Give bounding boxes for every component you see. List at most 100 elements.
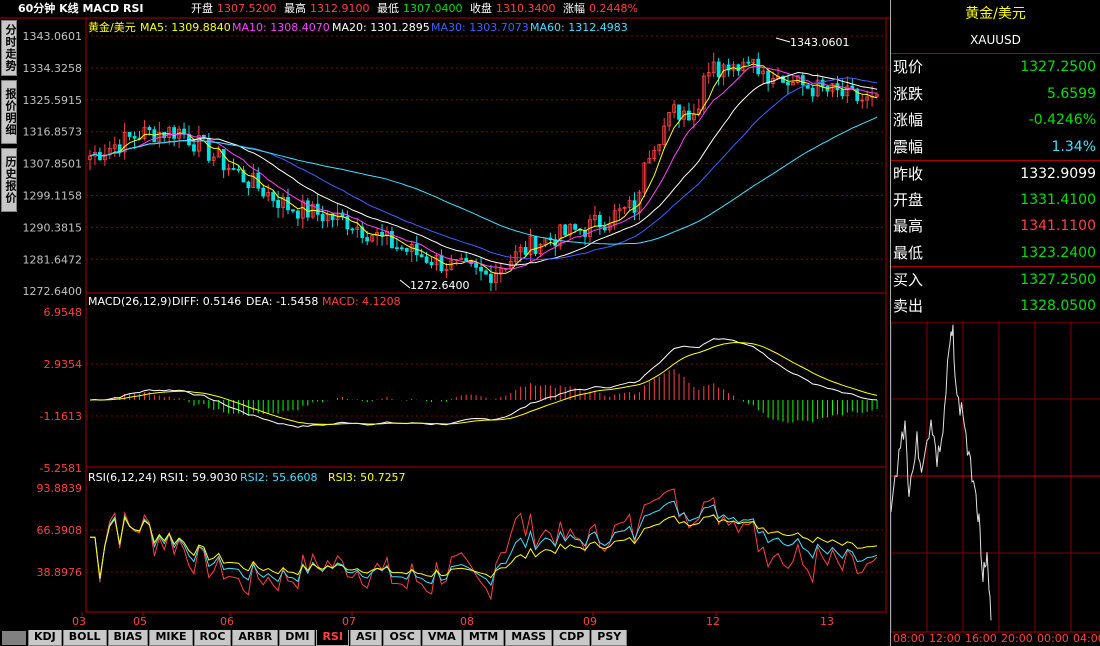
- candle-body: [315, 203, 320, 215]
- candle-body: [295, 210, 300, 219]
- mini-frame: [890, 321, 1100, 633]
- moving-averages: [89, 63, 878, 275]
- tab-scroll-left[interactable]: [2, 631, 26, 645]
- ma30-line: [89, 77, 878, 261]
- macd-value: MACD: 4.1208: [322, 295, 401, 308]
- ma20-line: [89, 71, 878, 266]
- indicator-tab-rsi[interactable]: RSI: [316, 630, 349, 646]
- low-value: 1307.0400: [402, 2, 463, 15]
- quote-row-value: -0.4246%: [1028, 112, 1096, 128]
- price-tick-label: 1281.6472: [23, 253, 83, 266]
- legend-ma20: MA20: 1301.2895: [332, 21, 430, 34]
- rsi1-value: RSI1: 59.9030: [160, 471, 238, 484]
- mini-x-tick-label: 04:00: [1073, 632, 1100, 645]
- mini-x-tick-label: 20:00: [1001, 632, 1033, 645]
- close-label: 收盘: [469, 2, 492, 15]
- x-axis: 03 05 06 07 08 09 12 13: [72, 612, 834, 628]
- indicator-tab-osc[interactable]: OSC: [383, 630, 421, 646]
- indicator-tab-cdp[interactable]: CDP: [553, 630, 591, 646]
- candle-body: [563, 224, 568, 236]
- quote-row-label: 最高: [893, 217, 924, 235]
- candle-body: [286, 196, 290, 211]
- candle-body: [786, 82, 790, 86]
- quote-row: 涨幅 -0.4246%: [891, 107, 1100, 134]
- quote-row-label: 震幅: [893, 137, 924, 156]
- rsi3-line: [90, 514, 878, 579]
- candle-body: [677, 104, 681, 120]
- candle-body: [365, 237, 370, 242]
- price-tick-label: 1290.3815: [23, 221, 83, 234]
- candle-body: [479, 266, 483, 272]
- quote-row-value: 1332.9099: [1020, 166, 1096, 182]
- quote-row-label: 卖出: [893, 296, 924, 315]
- candle-body: [394, 247, 399, 250]
- indicator-tab-boll[interactable]: BOLL: [62, 630, 107, 646]
- candle-body: [464, 258, 469, 262]
- high-marker-line: [775, 37, 791, 43]
- macd-panel: MACD(26,12,9) DIFF: 0.5146 DEA: -1.5458 MAC…: [40, 295, 886, 475]
- quote-row-value: 1327.2500: [1020, 272, 1096, 288]
- candle-body: [276, 200, 281, 208]
- candle-body: [127, 131, 132, 137]
- x-tick-label: 09: [583, 615, 597, 628]
- indicator-tab-kdj[interactable]: KDJ: [28, 630, 62, 646]
- candle-body: [474, 263, 479, 268]
- price-tick-label: 1299.1158: [23, 190, 83, 203]
- candle-body: [484, 270, 488, 275]
- macd-histogram: [94, 369, 878, 423]
- indicator-tab-arbr[interactable]: ARBR: [232, 630, 279, 646]
- indicator-tab-vma[interactable]: VMA: [421, 630, 462, 646]
- macd-tick-label: -5.2581: [40, 462, 82, 475]
- indicator-tab-bias[interactable]: BIAS: [107, 630, 149, 646]
- mini-x-tick-label: 16:00: [965, 632, 997, 645]
- chart-title-bar: 60分钟 K线 MACD RSI 开盘 1307.5200 最高 1312.9100…: [18, 0, 890, 18]
- intraday-mini-chart[interactable]: 08:00 12:00 16:00 20:00 00:00 04:00: [890, 321, 1100, 646]
- quote-row-label: 现价: [893, 58, 924, 76]
- mini-x-tick-label: 12:00: [929, 632, 961, 645]
- ma60-line: [89, 116, 878, 245]
- price-tick-label: 1343.0601: [23, 30, 83, 43]
- tab-history-quote[interactable]: 历史报价: [1, 148, 17, 212]
- candle-body: [221, 149, 226, 171]
- candle-body: [152, 129, 157, 143]
- indicator-tab-mass[interactable]: MASS: [505, 630, 553, 646]
- change-label: 涨幅: [562, 2, 585, 15]
- indicator-tab-dmi[interactable]: DMI: [279, 630, 316, 646]
- candle-body: [320, 214, 325, 222]
- quote-row: 昨收 1332.9099: [891, 160, 1100, 187]
- candle-body: [840, 89, 845, 97]
- close-value: 1310.3400: [495, 2, 556, 15]
- indicator-tab-mtm[interactable]: MTM: [462, 630, 505, 646]
- rsi-panel: RSI(6,12,24) RSI1: 59.9030 RSI2: 55.6608 RS…: [37, 471, 886, 601]
- quote-row-value: 1328.0500: [1020, 297, 1096, 314]
- macd-dea: DEA: -1.5458: [246, 295, 318, 308]
- indicator-tab-mike[interactable]: MIKE: [149, 630, 193, 646]
- low-label: 最低: [376, 2, 399, 15]
- left-side-tabs: 分时走势 报价明细 历史报价: [0, 18, 18, 212]
- rsi-tick-label: 66.3908: [37, 524, 83, 537]
- indicator-tab-psy[interactable]: PSY: [591, 630, 628, 646]
- price-chart-area[interactable]: 1343.06011334.32581325.59151316.85731307…: [0, 0, 890, 646]
- high-label: 最高: [283, 2, 306, 15]
- candle-body: [632, 200, 637, 213]
- indicator-tabs: KDJ BOLL BIAS MIKE ROC ARBR DMI RSI ASI OSC VMA MTM…: [28, 630, 628, 646]
- quote-row: 现价 1327.2500: [891, 54, 1100, 81]
- quote-row-value: 1323.2400: [1020, 244, 1096, 261]
- indicator-tab-asi[interactable]: ASI: [349, 630, 383, 646]
- low-marker-line: [399, 279, 411, 289]
- open-value: 1307.5200: [216, 2, 277, 15]
- rsi2-value: RSI2: 55.6608: [240, 471, 318, 484]
- indicator-tab-roc[interactable]: ROC: [193, 630, 232, 646]
- high-marker-label: 1343.0601: [790, 36, 850, 49]
- x-tick-label: 13: [820, 615, 834, 628]
- candle-body: [489, 273, 493, 283]
- candle-body: [404, 247, 409, 252]
- candle-body: [246, 181, 251, 189]
- ma10-line: [89, 66, 878, 270]
- price-tick-label: 1325.5915: [23, 94, 83, 107]
- tab-intraday[interactable]: 分时走势: [1, 20, 17, 76]
- x-tick-label: 12: [706, 615, 720, 628]
- legend-ma10: MA10: 1308.4070: [232, 21, 330, 34]
- legend-ma5: MA5: 1309.8840: [140, 21, 231, 34]
- tab-quote-detail[interactable]: 报价明细: [1, 80, 17, 144]
